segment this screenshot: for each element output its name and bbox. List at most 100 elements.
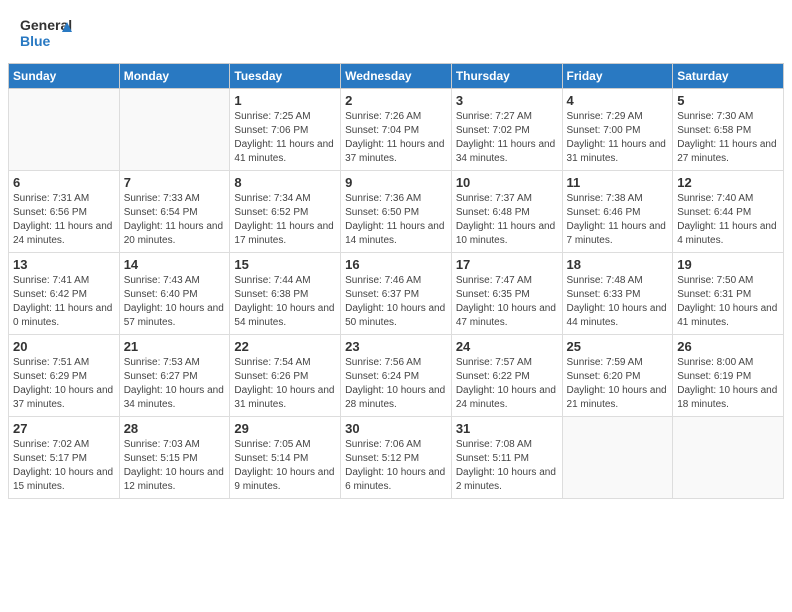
- day-detail: Sunrise: 7:40 AMSunset: 6:44 PMDaylight:…: [677, 192, 779, 248]
- calendar-header-wednesday: Wednesday: [341, 64, 452, 89]
- calendar-cell: 29 Sunrise: 7:05 AMSunset: 5:14 PMDayligh…: [230, 417, 341, 499]
- day-number: 29: [234, 421, 336, 436]
- day-number: 12: [677, 175, 779, 190]
- day-number: 4: [567, 93, 669, 108]
- calendar-cell: 18 Sunrise: 7:48 AMSunset: 6:33 PMDayligh…: [562, 253, 673, 335]
- day-number: 8: [234, 175, 336, 190]
- day-detail: Sunrise: 7:05 AMSunset: 5:14 PMDaylight:…: [234, 438, 336, 494]
- day-number: 6: [13, 175, 115, 190]
- day-detail: Sunrise: 7:59 AMSunset: 6:20 PMDaylight:…: [567, 356, 669, 412]
- day-number: 15: [234, 257, 336, 272]
- calendar-cell: 9 Sunrise: 7:36 AMSunset: 6:50 PMDaylight…: [341, 171, 452, 253]
- svg-text:Blue: Blue: [20, 33, 51, 49]
- calendar-cell: 2 Sunrise: 7:26 AMSunset: 7:04 PMDaylight…: [341, 89, 452, 171]
- calendar-week-1: 1 Sunrise: 7:25 AMSunset: 7:06 PMDaylight…: [9, 89, 784, 171]
- logo-container: General Blue: [20, 12, 75, 57]
- day-detail: Sunrise: 7:25 AMSunset: 7:06 PMDaylight:…: [234, 110, 336, 166]
- day-number: 25: [567, 339, 669, 354]
- calendar-cell: 11 Sunrise: 7:38 AMSunset: 6:46 PMDayligh…: [562, 171, 673, 253]
- calendar-cell: 26 Sunrise: 8:00 AMSunset: 6:19 PMDayligh…: [673, 335, 784, 417]
- day-detail: Sunrise: 7:33 AMSunset: 6:54 PMDaylight:…: [124, 192, 226, 248]
- day-number: 9: [345, 175, 447, 190]
- logo-area: General Blue: [20, 12, 75, 57]
- day-detail: Sunrise: 7:36 AMSunset: 6:50 PMDaylight:…: [345, 192, 447, 248]
- calendar-cell: 8 Sunrise: 7:34 AMSunset: 6:52 PMDaylight…: [230, 171, 341, 253]
- day-number: 30: [345, 421, 447, 436]
- day-detail: Sunrise: 7:41 AMSunset: 6:42 PMDaylight:…: [13, 274, 115, 330]
- calendar-cell: 23 Sunrise: 7:56 AMSunset: 6:24 PMDayligh…: [341, 335, 452, 417]
- day-detail: Sunrise: 7:44 AMSunset: 6:38 PMDaylight:…: [234, 274, 336, 330]
- calendar-cell: 21 Sunrise: 7:53 AMSunset: 6:27 PMDayligh…: [119, 335, 230, 417]
- calendar-cell: 17 Sunrise: 7:47 AMSunset: 6:35 PMDayligh…: [451, 253, 562, 335]
- day-number: 1: [234, 93, 336, 108]
- day-detail: Sunrise: 7:27 AMSunset: 7:02 PMDaylight:…: [456, 110, 558, 166]
- day-detail: Sunrise: 8:00 AMSunset: 6:19 PMDaylight:…: [677, 356, 779, 412]
- calendar-header-monday: Monday: [119, 64, 230, 89]
- day-detail: Sunrise: 7:46 AMSunset: 6:37 PMDaylight:…: [345, 274, 447, 330]
- calendar-cell: 30Sunrise: 7:06 AMSunset: 5:12 PMDayligh…: [341, 417, 452, 499]
- day-number: 10: [456, 175, 558, 190]
- calendar-cell: 10 Sunrise: 7:37 AMSunset: 6:48 PMDayligh…: [451, 171, 562, 253]
- title-area: [75, 12, 772, 14]
- day-detail: Sunrise: 7:57 AMSunset: 6:22 PMDaylight:…: [456, 356, 558, 412]
- calendar-header-tuesday: Tuesday: [230, 64, 341, 89]
- calendar-week-3: 13 Sunrise: 7:41 AMSunset: 6:42 PMDayligh…: [9, 253, 784, 335]
- calendar-cell: 15 Sunrise: 7:44 AMSunset: 6:38 PMDayligh…: [230, 253, 341, 335]
- day-number: 16: [345, 257, 447, 272]
- calendar-cell: 12 Sunrise: 7:40 AMSunset: 6:44 PMDayligh…: [673, 171, 784, 253]
- day-detail: Sunrise: 7:47 AMSunset: 6:35 PMDaylight:…: [456, 274, 558, 330]
- day-number: 2: [345, 93, 447, 108]
- day-number: 5: [677, 93, 779, 108]
- day-detail: Sunrise: 7:37 AMSunset: 6:48 PMDaylight:…: [456, 192, 558, 248]
- day-detail: Sunrise: 7:34 AMSunset: 6:52 PMDaylight:…: [234, 192, 336, 248]
- calendar-cell: 6 Sunrise: 7:31 AMSunset: 6:56 PMDaylight…: [9, 171, 120, 253]
- day-detail: Sunrise: 7:08 AMSunset: 5:11 PMDaylight:…: [456, 438, 558, 494]
- calendar-cell: 3 Sunrise: 7:27 AMSunset: 7:02 PMDaylight…: [451, 89, 562, 171]
- day-number: 7: [124, 175, 226, 190]
- calendar-wrapper: SundayMondayTuesdayWednesdayThursdayFrid…: [0, 63, 792, 507]
- day-number: 27: [13, 421, 115, 436]
- day-detail: Sunrise: 7:38 AMSunset: 6:46 PMDaylight:…: [567, 192, 669, 248]
- calendar-cell: 28 Sunrise: 7:03 AMSunset: 5:15 PMDayligh…: [119, 417, 230, 499]
- day-detail: Sunrise: 7:31 AMSunset: 6:56 PMDaylight:…: [13, 192, 115, 248]
- day-number: 19: [677, 257, 779, 272]
- page-container: General Blue SundayMondayTuesdayWednesda…: [0, 0, 792, 507]
- day-detail: Sunrise: 7:26 AMSunset: 7:04 PMDaylight:…: [345, 110, 447, 166]
- day-detail: Sunrise: 7:03 AMSunset: 5:15 PMDaylight:…: [124, 438, 226, 494]
- calendar-week-2: 6 Sunrise: 7:31 AMSunset: 6:56 PMDaylight…: [9, 171, 784, 253]
- day-detail: Sunrise: 7:56 AMSunset: 6:24 PMDaylight:…: [345, 356, 447, 412]
- day-number: 20: [13, 339, 115, 354]
- calendar-cell: 22Sunrise: 7:54 AMSunset: 6:26 PMDayligh…: [230, 335, 341, 417]
- calendar-cell: 27Sunrise: 7:02 AMSunset: 5:17 PMDayligh…: [9, 417, 120, 499]
- day-detail: Sunrise: 7:50 AMSunset: 6:31 PMDaylight:…: [677, 274, 779, 330]
- calendar-cell: [9, 89, 120, 171]
- day-number: 21: [124, 339, 226, 354]
- day-detail: Sunrise: 7:53 AMSunset: 6:27 PMDaylight:…: [124, 356, 226, 412]
- day-detail: Sunrise: 7:54 AMSunset: 6:26 PMDaylight:…: [234, 356, 336, 412]
- day-number: 24: [456, 339, 558, 354]
- calendar-cell: 7 Sunrise: 7:33 AMSunset: 6:54 PMDaylight…: [119, 171, 230, 253]
- calendar-cell: [673, 417, 784, 499]
- day-number: 23: [345, 339, 447, 354]
- calendar-cell: 5 Sunrise: 7:30 AMSunset: 6:58 PMDaylight…: [673, 89, 784, 171]
- day-number: 13: [13, 257, 115, 272]
- day-number: 26: [677, 339, 779, 354]
- day-number: 18: [567, 257, 669, 272]
- calendar-cell: 16 Sunrise: 7:46 AMSunset: 6:37 PMDayligh…: [341, 253, 452, 335]
- day-number: 31: [456, 421, 558, 436]
- day-detail: Sunrise: 7:29 AMSunset: 7:00 PMDaylight:…: [567, 110, 669, 166]
- calendar-week-5: 27Sunrise: 7:02 AMSunset: 5:17 PMDayligh…: [9, 417, 784, 499]
- day-detail: Sunrise: 7:51 AMSunset: 6:29 PMDaylight:…: [13, 356, 115, 412]
- calendar-cell: [562, 417, 673, 499]
- calendar-cell: 25 Sunrise: 7:59 AMSunset: 6:20 PMDayligh…: [562, 335, 673, 417]
- day-number: 3: [456, 93, 558, 108]
- day-number: 17: [456, 257, 558, 272]
- calendar-header-row: SundayMondayTuesdayWednesdayThursdayFrid…: [9, 64, 784, 89]
- day-detail: Sunrise: 7:48 AMSunset: 6:33 PMDaylight:…: [567, 274, 669, 330]
- day-number: 28: [124, 421, 226, 436]
- calendar-header-thursday: Thursday: [451, 64, 562, 89]
- day-number: 11: [567, 175, 669, 190]
- day-detail: Sunrise: 7:30 AMSunset: 6:58 PMDaylight:…: [677, 110, 779, 166]
- day-number: 14: [124, 257, 226, 272]
- calendar-header-friday: Friday: [562, 64, 673, 89]
